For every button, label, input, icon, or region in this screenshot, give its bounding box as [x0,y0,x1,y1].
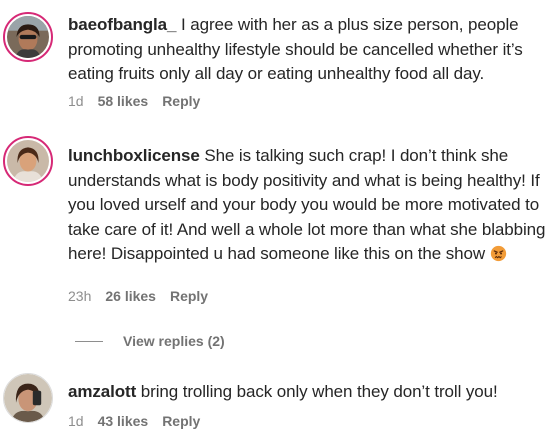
reply-button[interactable]: Reply [162,93,200,109]
avatar[interactable] [3,373,53,423]
avatar-photo-icon [7,16,49,58]
view-replies-button[interactable]: View replies (2) [75,331,225,351]
comment-text: lunchboxlicense She is talking such crap… [68,144,552,267]
comment-body: bring trolling back only when they don’t… [136,382,498,401]
comment-username[interactable]: lunchboxlicense [68,146,200,165]
comment-timestamp[interactable]: 23h [68,288,91,304]
comment-timestamp[interactable]: 1d [68,93,84,109]
comment-meta: 1d 43 likes Reply [68,413,200,429]
comment-meta: 23h 26 likes Reply [68,288,208,304]
comment-likes[interactable]: 58 likes [98,93,149,109]
comment-meta: 1d 58 likes Reply [68,93,200,109]
reply-button[interactable]: Reply [170,288,208,304]
reply-button[interactable]: Reply [162,413,200,429]
comment-likes[interactable]: 26 likes [105,288,156,304]
avatar-photo-icon [4,374,52,422]
comment-username[interactable]: amzalott [68,382,136,401]
angry-face-emoji [490,245,507,262]
comment-username[interactable]: baeofbangla_ [68,15,176,34]
avatar-photo-icon [7,140,49,182]
divider-line [75,340,103,342]
avatar[interactable] [3,136,53,186]
comment-likes[interactable]: 43 likes [98,413,149,429]
comment-timestamp[interactable]: 1d [68,413,84,429]
comment-text: baeofbangla_ I agree with her as a plus … [68,13,552,87]
view-replies-label: View replies (2) [123,333,225,349]
comment-text: amzalott bring trolling back only when t… [68,380,552,405]
avatar[interactable] [3,12,53,62]
